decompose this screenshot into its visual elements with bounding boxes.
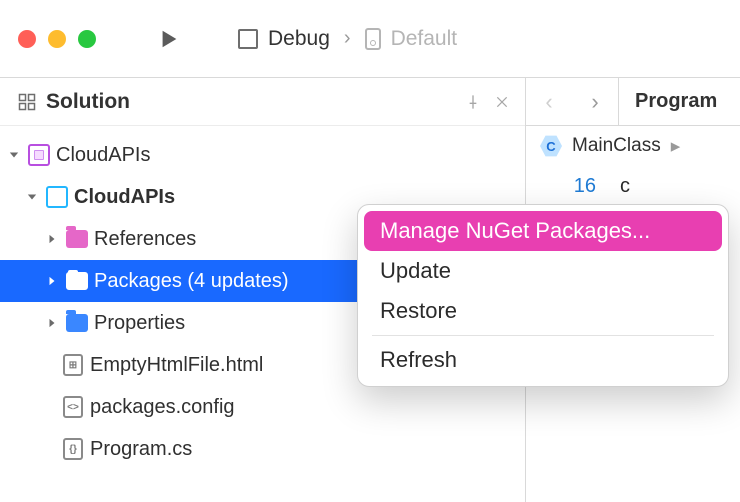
configuration-label: Debug [268, 27, 330, 51]
window-zoom-button[interactable] [78, 30, 96, 48]
html-file-icon [63, 354, 83, 376]
cs-file-icon [63, 438, 83, 460]
run-button[interactable] [158, 26, 180, 52]
solution-grid-icon [18, 93, 36, 111]
packages-context-menu: Manage NuGet Packages... Update Restore … [357, 204, 729, 387]
play-icon [158, 26, 180, 52]
close-icon[interactable] [495, 95, 509, 109]
nav-forward-button[interactable]: › [572, 78, 618, 125]
configuration-icon [238, 29, 258, 49]
nav-back-button[interactable]: ‹ [526, 78, 572, 125]
menu-refresh[interactable]: Refresh [364, 340, 722, 380]
editor-tab-program[interactable]: Program [618, 78, 733, 125]
config-file-icon [63, 396, 83, 418]
references-label: References [94, 228, 196, 251]
window-close-button[interactable] [18, 30, 36, 48]
run-target-selector[interactable]: Debug › Default [238, 27, 457, 51]
project-label: CloudAPIs [74, 186, 175, 209]
editor-crumb-bar[interactable]: C MainClass ▸ [526, 126, 740, 166]
window-minimize-button[interactable] [48, 30, 66, 48]
file-node-program-cs[interactable]: Program.cs [0, 428, 525, 470]
packages-label: Packages (4 updates) [94, 270, 289, 293]
menu-manage-nuget[interactable]: Manage NuGet Packages... [364, 211, 722, 251]
file-prog-label: Program.cs [90, 438, 192, 461]
window-titlebar: Debug › Default [0, 0, 740, 78]
folder-icon [66, 230, 88, 248]
folder-icon [66, 272, 88, 290]
folder-icon [66, 314, 88, 332]
solution-root-label: CloudAPIs [56, 144, 151, 167]
properties-label: Properties [94, 312, 185, 335]
file-node-packages-config[interactable]: packages.config [0, 386, 525, 428]
class-icon: C [540, 135, 562, 157]
project-icon [46, 186, 68, 208]
file-pkg-label: packages.config [90, 396, 235, 419]
chevron-right-icon: › [344, 27, 351, 50]
solution-root[interactable]: CloudAPIs [0, 134, 525, 176]
device-icon [365, 28, 381, 50]
pin-icon[interactable] [465, 94, 481, 110]
code-line: 16c [526, 170, 740, 202]
target-label: Default [391, 27, 458, 51]
file-html-label: EmptyHtmlFile.html [90, 354, 263, 377]
editor-crumb-label: MainClass [572, 135, 661, 157]
menu-update[interactable]: Update [364, 251, 722, 291]
window-traffic-lights [18, 30, 96, 48]
editor-tabs: ‹ › Program [526, 78, 740, 126]
menu-restore[interactable]: Restore [364, 291, 722, 331]
solution-panel-header: Solution [0, 78, 525, 126]
menu-separator [372, 335, 714, 336]
solution-icon [28, 144, 50, 166]
chevron-right-icon: ▸ [671, 135, 681, 158]
solution-panel-title: Solution [46, 90, 130, 114]
editor-tab-label: Program [635, 90, 717, 113]
